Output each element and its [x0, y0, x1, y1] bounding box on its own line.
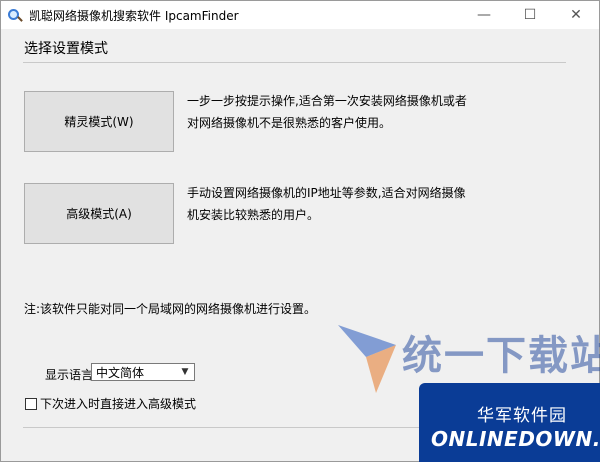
startup-advanced-option[interactable]: 下次进入时直接进入高级模式 — [25, 395, 196, 412]
watermark-cn-text: 华军软件园 — [477, 406, 567, 426]
wizard-mode-button[interactable]: 精灵模式(W) — [24, 91, 174, 152]
minimize-button[interactable]: — — [461, 1, 507, 29]
watermark-en-text: ONLINEDOWN.net — [431, 427, 600, 451]
watermark-badge: 华军软件园 ONLINEDOWN.net — [419, 383, 600, 462]
advanced-mode-button[interactable]: 高级模式(A) — [24, 183, 174, 244]
language-selected-value: 中文简体 — [96, 365, 145, 380]
window-title: 凯聪网络摄像机搜索软件 IpcamFinder — [29, 8, 239, 23]
advanced-mode-description: 手动设置网络摄像机的IP地址等参数,适合对网络摄像机安装比较熟悉的用户。 — [187, 186, 466, 222]
watermark-arrow-icon — [338, 325, 396, 393]
watermark-site-name: 统一下载站 — [402, 333, 600, 379]
maximize-button[interactable]: ☐ — [507, 1, 553, 29]
section-title: 选择设置模式 — [24, 41, 108, 57]
startup-advanced-label: 下次进入时直接进入高级模式 — [40, 397, 197, 411]
lan-note: 注:该软件只能对同一个局域网的网络摄像机进行设置。 — [24, 302, 317, 316]
window-controls: — ☐ ✕ — [461, 1, 599, 29]
section-divider — [23, 62, 566, 63]
language-label: 显示语言 — [45, 368, 94, 382]
title-bar[interactable]: 凯聪网络摄像机搜索软件 IpcamFinder — ☐ ✕ — [1, 1, 599, 29]
close-button[interactable]: ✕ — [553, 1, 599, 29]
wizard-mode-description: 一步一步按提示操作,适合第一次安装网络摄像机或者对网络摄像机不是很熟悉的客户使用… — [187, 94, 467, 130]
app-window: 凯聪网络摄像机搜索软件 IpcamFinder — ☐ ✕ 选择设置模式 精灵模… — [0, 0, 600, 462]
chevron-down-icon: ▼ — [181, 367, 189, 377]
startup-advanced-checkbox[interactable] — [25, 397, 37, 410]
language-select[interactable]: 中文简体 ▼ — [91, 363, 195, 381]
magnifier-app-icon — [7, 7, 23, 23]
